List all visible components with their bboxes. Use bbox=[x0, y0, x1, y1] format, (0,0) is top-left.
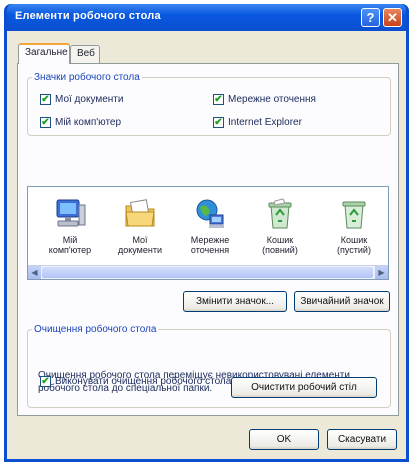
dialog-body: Загальне Веб Значки робочого стола ✔ Мої… bbox=[7, 31, 406, 459]
tab-web[interactable]: Веб bbox=[70, 45, 100, 63]
checkbox-label: Мережне оточення bbox=[228, 94, 316, 105]
check-icon[interactable]: ✔ bbox=[40, 117, 51, 128]
scroll-right-icon[interactable]: ▶ bbox=[375, 266, 388, 279]
desktop-icon-list[interactable]: Мій комп'ютер Мої документи Мережне оточ… bbox=[27, 186, 389, 280]
desktop-icons-legend: Значки робочого стола bbox=[34, 72, 140, 83]
tab-general[interactable]: Загальне bbox=[18, 43, 70, 64]
cancel-button[interactable]: Скасувати bbox=[327, 429, 397, 450]
checkbox-label: Internet Explorer bbox=[228, 117, 302, 128]
icon-label: (повний) bbox=[262, 245, 298, 255]
checkbox-label: Мої документи bbox=[55, 94, 124, 105]
horizontal-scrollbar[interactable]: ◀ ▶ bbox=[28, 265, 388, 279]
check-icon[interactable]: ✔ bbox=[40, 94, 51, 105]
list-item-network-places[interactable]: Мережне оточення bbox=[180, 197, 240, 255]
icon-label: комп'ютер bbox=[48, 245, 92, 255]
checkbox-internet-explorer[interactable]: ✔ Internet Explorer bbox=[213, 117, 302, 128]
window-title: Елементи робочого стола bbox=[15, 10, 161, 22]
icon-label: Кошик bbox=[266, 235, 294, 245]
desktop-cleanup-legend: Очищення робочого стола bbox=[34, 324, 157, 335]
list-item-recycle-full[interactable]: Кошик (повний) bbox=[250, 197, 310, 255]
default-icon-button[interactable]: Звичайний значок bbox=[294, 291, 390, 312]
icon-label: Мережне bbox=[190, 235, 230, 245]
recycle-bin-empty-icon bbox=[337, 197, 371, 231]
icon-label: Мій bbox=[62, 235, 78, 245]
dialog-window: Елементи робочого стола ? ✕ Загальне Веб… bbox=[4, 4, 409, 462]
title-bar[interactable]: Елементи робочого стола ? ✕ bbox=[7, 4, 406, 31]
icon-label: Кошик bbox=[340, 235, 368, 245]
list-item-my-documents[interactable]: Мої документи bbox=[110, 197, 170, 255]
recycle-bin-full-icon bbox=[263, 197, 297, 231]
change-icon-button[interactable]: Змінити значок... bbox=[183, 291, 287, 312]
tab-panel-general: Значки робочого стола ✔ Мої документи ✔ … bbox=[17, 63, 399, 416]
list-item-my-computer[interactable]: Мій комп'ютер bbox=[40, 197, 100, 255]
checkbox-my-documents[interactable]: ✔ Мої документи bbox=[40, 94, 123, 105]
check-icon[interactable]: ✔ bbox=[213, 94, 224, 105]
list-item-recycle-empty[interactable]: Кошик (пустий) bbox=[324, 197, 384, 255]
checkbox-label: Мій комп'ютер bbox=[55, 117, 122, 128]
close-button[interactable]: ✕ bbox=[383, 8, 402, 27]
checkbox-network-places[interactable]: ✔ Мережне оточення bbox=[213, 94, 316, 105]
icon-label: оточення bbox=[190, 245, 230, 255]
scroll-left-icon[interactable]: ◀ bbox=[28, 266, 41, 279]
icon-label: документи bbox=[117, 245, 162, 255]
ok-button[interactable]: OK bbox=[249, 429, 319, 450]
checkbox-my-computer[interactable]: ✔ Мій комп'ютер bbox=[40, 117, 121, 128]
cleanup-desktop-now-button[interactable]: Очистити робочий стіл bbox=[231, 377, 377, 398]
check-icon[interactable]: ✔ bbox=[40, 376, 51, 387]
documents-icon bbox=[123, 197, 157, 231]
help-button[interactable]: ? bbox=[361, 8, 380, 27]
icon-label: (пустий) bbox=[337, 245, 371, 255]
network-icon bbox=[193, 197, 227, 231]
computer-icon bbox=[53, 197, 87, 231]
check-icon[interactable]: ✔ bbox=[213, 117, 224, 128]
icon-label: Мої bbox=[132, 235, 148, 245]
scroll-thumb[interactable] bbox=[42, 267, 373, 278]
